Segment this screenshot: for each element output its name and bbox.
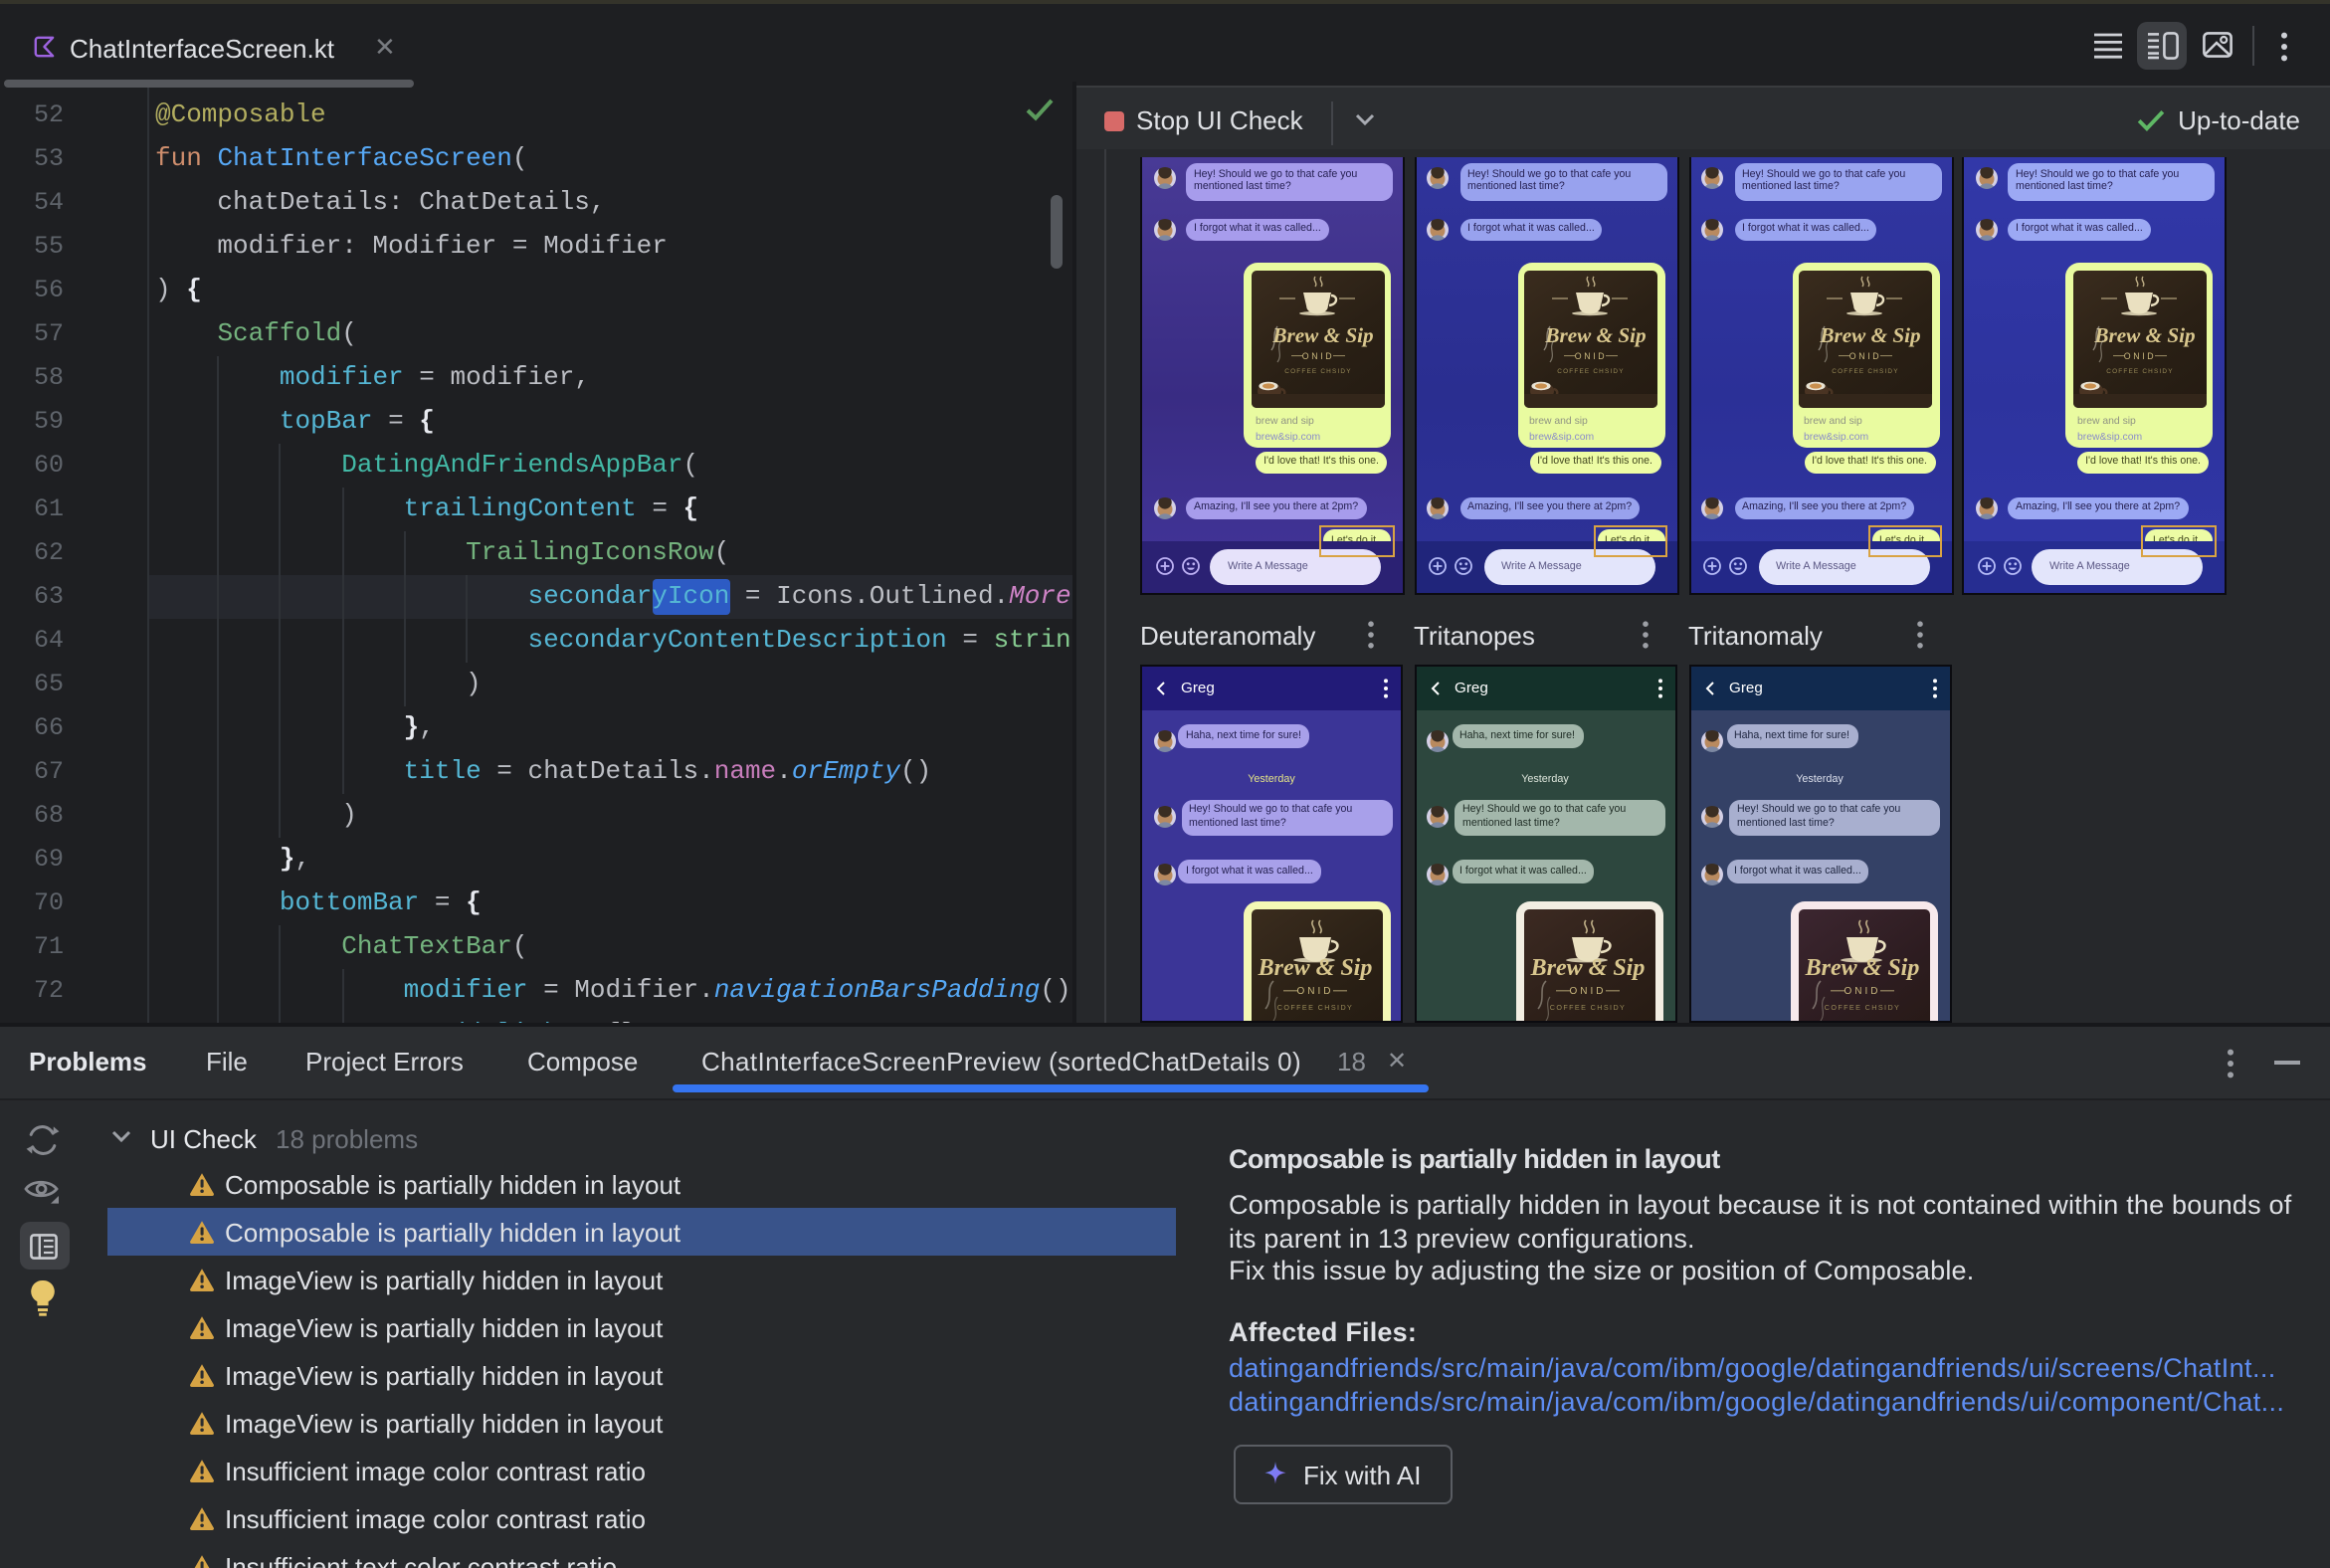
svg-text:COFFEE CHSIDY: COFFEE CHSIDY (1825, 1002, 1901, 1011)
svg-text:COFFEE CHSIDY: COFFEE CHSIDY (1550, 1002, 1627, 1011)
svg-text:ONID: ONID (1296, 985, 1333, 996)
svg-text:COFFEE CHSIDY: COFFEE CHSIDY (1832, 367, 1898, 374)
svg-text:ONID: ONID (1575, 350, 1607, 360)
svg-text:Brew & Sip: Brew & Sip (1805, 954, 1920, 980)
svg-text:Brew & Sip: Brew & Sip (1544, 322, 1646, 346)
svg-text:ONID: ONID (1570, 985, 1607, 996)
svg-text:ONID: ONID (2123, 350, 2155, 360)
svg-text:Brew & Sip: Brew & Sip (1819, 322, 1920, 346)
svg-text:COFFEE CHSIDY: COFFEE CHSIDY (1283, 367, 1350, 374)
svg-text:Brew & Sip: Brew & Sip (1270, 322, 1372, 346)
svg-text:Brew & Sip: Brew & Sip (1530, 954, 1646, 980)
svg-text:ONID: ONID (1845, 985, 1881, 996)
svg-text:COFFEE CHSIDY: COFFEE CHSIDY (2105, 367, 2172, 374)
svg-text:COFFEE CHSIDY: COFFEE CHSIDY (1276, 1002, 1353, 1011)
svg-text:Brew & Sip: Brew & Sip (1257, 954, 1372, 980)
svg-text:ONID: ONID (1301, 350, 1333, 360)
svg-text:Brew & Sip: Brew & Sip (2092, 322, 2194, 346)
svg-text:ONID: ONID (1849, 350, 1881, 360)
svg-text:COFFEE CHSIDY: COFFEE CHSIDY (1557, 367, 1624, 374)
